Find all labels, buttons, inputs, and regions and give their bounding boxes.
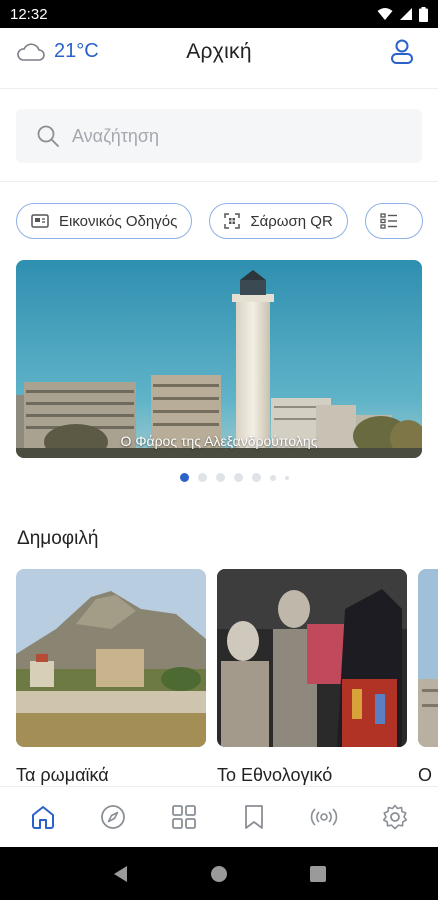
system-navigation — [0, 847, 438, 900]
carousel-dot[interactable] — [216, 473, 225, 482]
carousel-indicator — [180, 473, 289, 482]
app-header: 21°C Αρχική — [0, 28, 438, 78]
popular-card[interactable]: Ο — [418, 569, 438, 786]
search-divider — [0, 181, 438, 182]
quick-actions: Εικονικός Οδηγός Σάρωση QR — [16, 203, 423, 239]
qr-scan-label: Σάρωση QR — [250, 212, 333, 230]
status-time: 12:32 — [10, 5, 48, 23]
nav-home[interactable] — [23, 797, 63, 837]
ethnological-photo — [217, 569, 407, 747]
carousel-dot[interactable] — [270, 474, 276, 481]
carousel-dot[interactable] — [234, 473, 243, 482]
card-image — [217, 569, 407, 747]
virtual-guide-chip[interactable]: Εικονικός Οδηγός — [16, 203, 193, 239]
carousel-dot[interactable] — [252, 473, 261, 482]
search-input[interactable]: Αναζήτηση — [16, 109, 422, 163]
card-image — [418, 569, 438, 747]
card-image — [16, 569, 206, 747]
hero-caption: Ο Φάρος της Αλεξανδρούπολης — [120, 433, 318, 449]
popular-card[interactable]: Το Εθνολογικό — [217, 569, 407, 786]
page-title: Αρχική — [186, 40, 252, 63]
home-circle-icon[interactable] — [210, 865, 228, 883]
hero-carousel[interactable]: Ο Φάρος της Αλεξανδρούπολης — [16, 260, 422, 458]
carousel-dot[interactable] — [198, 473, 207, 482]
guide-icon — [31, 214, 49, 228]
compass-icon — [101, 804, 126, 829]
beacon-icon — [311, 807, 338, 826]
search-placeholder: Αναζήτηση — [72, 125, 159, 146]
recents-icon[interactable] — [309, 865, 327, 883]
profile-button[interactable] — [390, 39, 414, 70]
card-title: Ο — [418, 765, 433, 785]
list-chip[interactable] — [364, 203, 423, 239]
nav-settings[interactable] — [375, 797, 415, 837]
search-icon — [37, 125, 59, 147]
app-screen: 12:32 21°C Αρχική Αναζήτηση Εικονικός Οδ… — [0, 0, 438, 900]
header-divider — [0, 88, 438, 89]
home-icon — [32, 805, 55, 829]
nav-explore[interactable] — [93, 797, 133, 837]
third-photo — [418, 569, 438, 747]
card-title: Το Εθνολογικό — [217, 765, 333, 785]
virtual-guide-label: Εικονικός Οδηγός — [59, 212, 178, 230]
nav-bookmarks[interactable] — [234, 797, 274, 837]
carousel-dot[interactable] — [180, 473, 189, 482]
popular-card[interactable]: Τα ρωμαϊκά — [16, 569, 206, 786]
bottom-navigation — [0, 786, 438, 846]
battery-icon — [419, 6, 428, 22]
nav-categories[interactable] — [164, 797, 204, 837]
grid-icon — [171, 804, 196, 829]
qr-scan-chip[interactable]: Σάρωση QR — [209, 203, 348, 239]
popular-section-title: Δημοφιλή — [17, 528, 99, 549]
status-icons — [377, 6, 428, 22]
list-icon — [380, 213, 397, 229]
user-icon — [391, 39, 413, 64]
settings-icon — [382, 804, 407, 829]
back-icon[interactable] — [111, 864, 129, 884]
roman-site-photo — [16, 569, 206, 747]
nav-beacons[interactable] — [304, 797, 344, 837]
wifi-icon — [377, 8, 393, 20]
popular-carousel: Τα ρωμαϊκά Το Εθνολογικό Ο — [16, 569, 438, 786]
bookmark-icon — [245, 804, 264, 829]
lighthouse-photo — [16, 260, 422, 458]
status-bar: 12:32 — [0, 0, 438, 28]
qr-scan-icon — [224, 213, 241, 229]
card-title: Τα ρωμαϊκά — [16, 765, 109, 785]
signal-icon — [400, 8, 412, 20]
carousel-dot[interactable] — [285, 475, 289, 480]
